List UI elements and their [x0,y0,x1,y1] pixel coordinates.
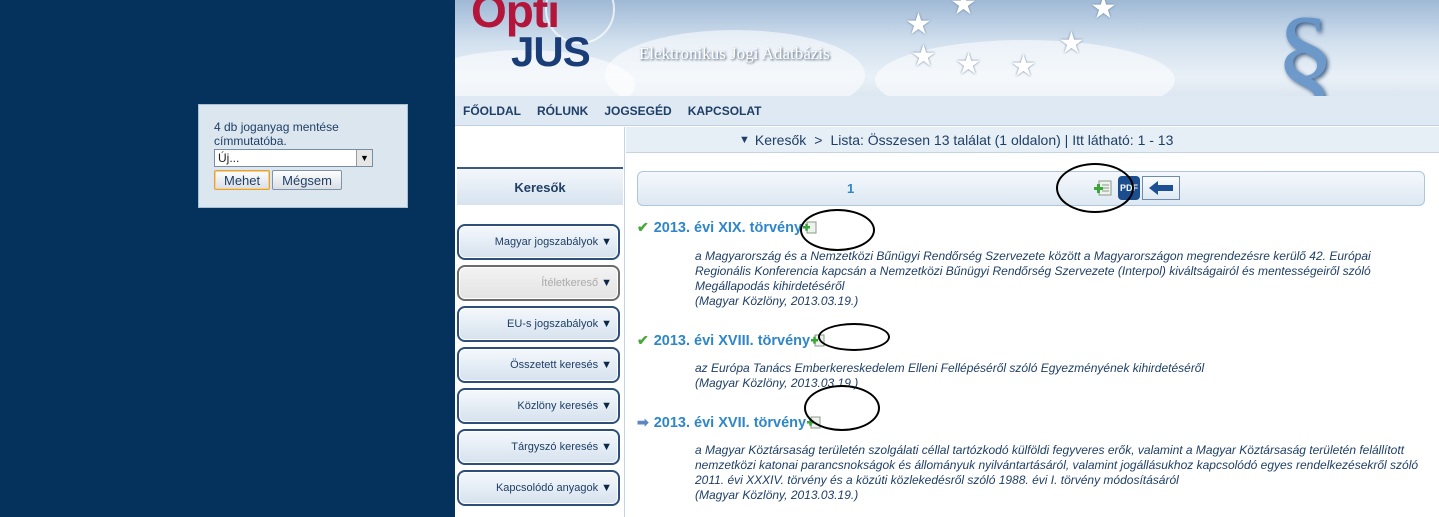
page-number[interactable]: 1 [847,181,854,196]
nav-home[interactable]: FŐOLDAL [463,104,521,118]
site-tagline: Elektronikus Jogi Adatbázis [639,44,830,63]
search-sidebar: Keresők Magyar jogszabályok ▼ Ítéletkeres… [455,127,625,517]
result-title-2[interactable]: ✔ 2013. évi XVIII. törvény [637,332,825,349]
sidebar-item-advanced-search[interactable]: Összetett keresés ▼ [457,347,620,383]
result-link[interactable]: 2013. évi XIX. törvény [654,220,802,236]
result-title-1[interactable]: ✔ 2013. évi XIX. törvény [637,219,817,236]
triangle-down-icon: ▼ [601,441,612,453]
highlight-ellipse [1056,163,1134,213]
breadcrumb-current: Lista: Összesen 13 találat (1 oldalon) |… [830,131,1174,148]
star-icon: ★ [1090,0,1117,25]
breadcrumb-separator: > [814,131,823,148]
result-link[interactable]: 2013. évi XVII. törvény [654,415,806,431]
sidebar-item-related-materials[interactable]: Kapcsolódó anyagok ▼ [457,470,620,506]
popup-message: 4 db joganyag mentése címmutatóba. [214,120,339,148]
sidebar-item-label: Tárgyszó keresés [511,441,599,453]
sidebar-item-label: Ítéletkereső [541,277,599,289]
cancel-button[interactable]: Mégsem [272,170,342,190]
sidebar-item-label: Kapcsolódó anyagok [495,482,599,494]
checkmark-icon: ✔ [637,219,649,235]
index-select-value: Új... [218,151,240,165]
pager-bar: 1 PDF [637,171,1425,206]
result-source: (Magyar Közlöny, 2013.03.19.) [695,488,859,502]
result-description-1: a Magyarország és a Nemzetközi Bűnügyi R… [695,249,1430,309]
star-icon: ★ [1058,27,1085,60]
header-banner: Opti JUS Elektronikus Jogi Adatbázis ★ ★… [455,0,1439,96]
sidebar-item-label: Összetett keresés [510,359,599,371]
logo-jus[interactable]: JUS [511,28,591,76]
star-icon: ★ [910,40,937,73]
arrow-right-icon: ➡ [637,414,649,430]
save-to-index-popup: 4 db joganyag mentése címmutatóba. Új...… [198,104,408,208]
sidebar-item-eu-laws[interactable]: EU-s jogszabályok ▼ [457,306,620,342]
highlight-ellipse [800,209,875,251]
result-source: (Magyar Közlöny, 2013.03.19.) [695,294,859,308]
checkmark-icon: ✔ [637,332,649,348]
sidebar-item-keyword-search[interactable]: Tárgyszó keresés ▼ [457,429,620,465]
result-source: (Magyar Közlöny, 2013.03.19.) [695,376,859,390]
result-description-text: a Magyar Köztársaság területén szolgálat… [695,443,1419,487]
triangle-down-icon: ▼ [739,133,750,146]
result-title-3[interactable]: ➡ 2013. évi XVII. törvény [637,414,821,431]
sidebar-item-hungarian-laws[interactable]: Magyar jogszabályok ▼ [457,224,620,260]
nav-about[interactable]: RÓLUNK [537,104,588,118]
result-description-text: az Európa Tanács Emberkereskedelem Ellen… [695,361,1205,375]
triangle-down-icon: ▼ [601,277,612,289]
triangle-down-icon: ▼ [601,318,612,330]
triangle-down-icon: ▼ [601,359,612,371]
star-icon: ★ [905,8,932,41]
back-arrow-icon[interactable] [1142,176,1180,200]
ok-button[interactable]: Mehet [214,170,271,190]
paragraph-icon: § [1275,0,1335,96]
triangle-down-icon: ▼ [601,236,612,248]
star-icon: ★ [950,0,977,21]
chevron-down-icon[interactable]: ▼ [356,150,372,166]
triangle-down-icon: ▼ [601,482,612,494]
result-description-2: az Európa Tanács Emberkereskedelem Ellen… [695,361,1430,391]
top-navigation: FŐOLDAL RÓLUNK JOGSEGÉD KAPCSOLAT [455,96,1439,126]
star-icon: ★ [1010,50,1037,83]
sidebar-item-label: Magyar jogszabályok [494,236,599,248]
results-area: ▼ Keresők > Lista: Összesen 13 találat (… [626,127,1439,517]
triangle-down-icon: ▼ [601,400,612,412]
sidebar-item-label: Közlöny keresés [517,400,599,412]
breadcrumb: ▼ Keresők > Lista: Összesen 13 találat (… [626,127,1439,153]
star-icon: ★ [955,48,982,81]
breadcrumb-root[interactable]: Keresők [755,132,806,148]
highlight-ellipse [818,323,890,351]
site-frame: Opti JUS Elektronikus Jogi Adatbázis ★ ★… [455,0,1439,517]
nav-contact[interactable]: KAPCSOLAT [688,104,762,118]
sidebar-item-gazette-search[interactable]: Közlöny keresés ▼ [457,388,620,424]
result-description-3: a Magyar Köztársaság területén szolgálat… [695,443,1430,503]
result-description-text: a Magyarország és a Nemzetközi Bűnügyi R… [695,249,1371,293]
highlight-ellipse [804,385,880,431]
sidebar-item-label: EU-s jogszabályok [507,318,599,330]
nav-legal-help[interactable]: JOGSEGÉD [604,104,671,118]
result-link[interactable]: 2013. évi XVIII. törvény [654,333,810,349]
sidebar-item-judgment-search[interactable]: Ítéletkereső ▼ [457,265,620,301]
index-select[interactable]: Új... ▼ [214,149,373,167]
sidebar-heading: Keresők [457,167,623,205]
